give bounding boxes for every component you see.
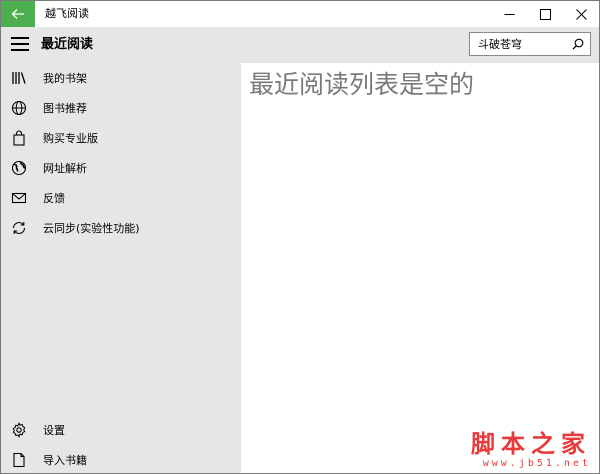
sidebar-item-bookshelf[interactable]: 我的书架 (1, 63, 241, 93)
bookshelf-icon (10, 69, 28, 87)
page-header: 最近阅读 (1, 27, 599, 63)
sidebar-item-label: 我的书架 (43, 72, 87, 85)
watermark: 脚本之家 www.jb51.net (471, 429, 591, 470)
close-button[interactable] (563, 1, 599, 27)
sidebar-item-import-books[interactable]: 导入书籍 (1, 445, 241, 473)
watermark-text: 脚本之家 (471, 429, 591, 458)
sidebar-item-label: 设置 (43, 424, 65, 437)
sidebar-item-label: 云同步(实验性功能) (43, 222, 140, 235)
search-box[interactable] (469, 32, 591, 56)
sidebar-item-feedback[interactable]: 反馈 (1, 183, 241, 213)
sidebar-item-label: 导入书籍 (43, 454, 87, 467)
sync-icon (10, 219, 28, 237)
page-title: 最近阅读 (41, 37, 94, 52)
arrow-left-icon (11, 9, 24, 19)
sidebar-item-label: 购买专业版 (43, 132, 98, 145)
maximize-icon (539, 8, 551, 20)
title-bar: 越飞阅读 (1, 1, 599, 27)
sidebar-item-cloud-sync[interactable]: 云同步(实验性功能) (1, 213, 241, 243)
search-icon[interactable] (572, 38, 584, 50)
shopping-bag-icon (10, 129, 28, 147)
app-title: 越飞阅读 (45, 7, 89, 20)
app-window: 越飞阅读 最近阅读 斗破苍穹 我的书架 图书推荐 购买专业版 网址解析 反馈 云… (0, 0, 600, 474)
gear-icon (10, 421, 28, 439)
back-button[interactable] (1, 1, 35, 27)
hamburger-icon[interactable] (11, 37, 29, 51)
recent-reading-panel: 最近阅读列表是空的 (241, 63, 599, 473)
watermark-url: www.jb51.net (482, 458, 591, 469)
world-icon (10, 159, 28, 177)
minimize-icon (504, 13, 514, 15)
sidebar-item-url-parse[interactable]: 网址解析 (1, 153, 241, 183)
sidebar-item-settings[interactable]: 设置 (1, 415, 241, 445)
mail-icon (10, 189, 28, 207)
sidebar-item-label: 反馈 (43, 192, 65, 205)
maximize-button[interactable] (527, 1, 563, 27)
sidebar-item-buy-pro[interactable]: 购买专业版 (1, 123, 241, 153)
close-icon (575, 8, 587, 20)
empty-list-message: 最近阅读列表是空的 (249, 70, 475, 99)
window-controls (491, 1, 599, 27)
sidebar-item-label: 网址解析 (43, 162, 87, 175)
sidebar: 我的书架 图书推荐 购买专业版 网址解析 反馈 云同步(实验性功能) 设置 导入… (1, 63, 241, 473)
sidebar-item-recommend[interactable]: 图书推荐 (1, 93, 241, 123)
search-input[interactable] (470, 34, 566, 54)
globe-icon (10, 99, 28, 117)
sidebar-item-label: 图书推荐 (43, 102, 87, 115)
minimize-button[interactable] (491, 1, 527, 27)
document-icon (10, 451, 28, 469)
